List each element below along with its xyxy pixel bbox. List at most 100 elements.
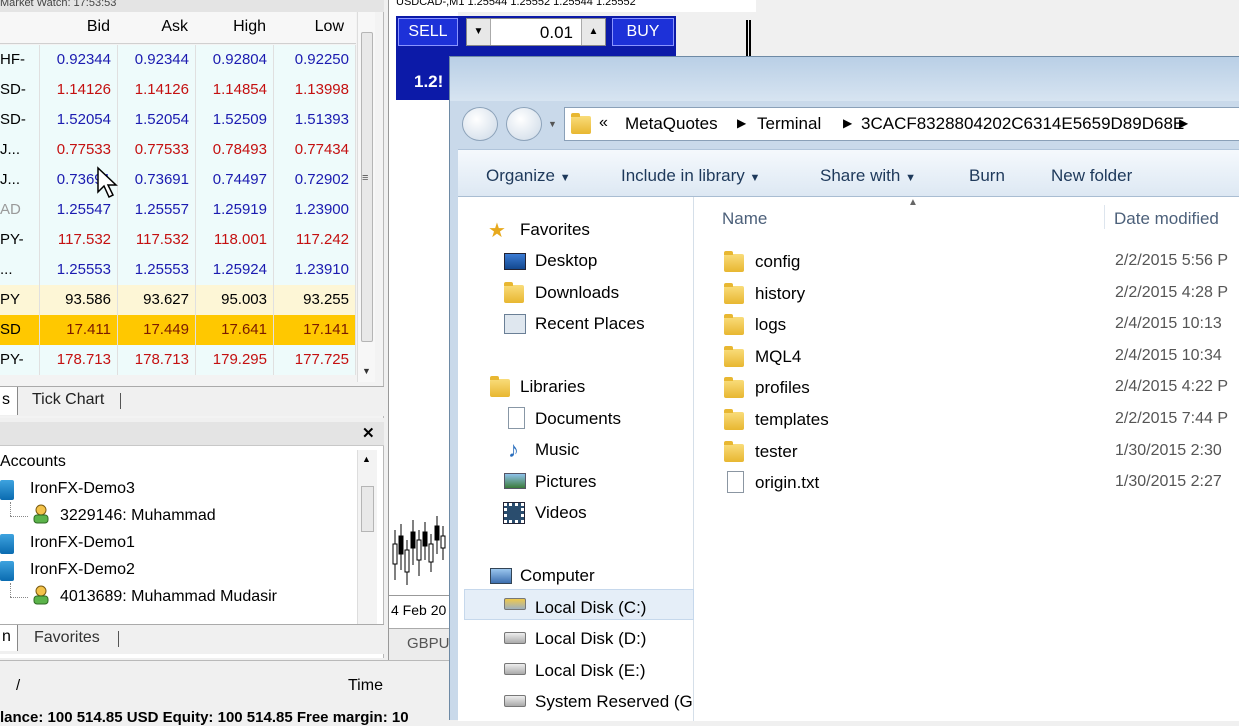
folder-icon	[724, 251, 744, 272]
nav-computer[interactable]: Computer	[520, 566, 595, 586]
tree-item-account-3229146[interactable]: 3229146: Muhammad	[60, 507, 216, 525]
quote-symbol: SD-	[0, 75, 40, 105]
nav-libraries[interactable]: Libraries	[520, 377, 585, 397]
column-header-low[interactable]: Low	[274, 18, 344, 36]
chevron-right-icon[interactable]: ▶	[1179, 116, 1188, 130]
sell-price-display[interactable]: 1.2!	[414, 72, 443, 92]
organize-menu[interactable]: Organize ▼	[486, 166, 571, 186]
new-folder-button[interactable]: New folder	[1051, 166, 1132, 186]
tab-favorites[interactable]: Favorites	[34, 629, 100, 647]
nav-local-disk-e[interactable]: Local Disk (E:)	[535, 661, 646, 681]
scrollbar-thumb[interactable]	[361, 32, 373, 342]
account-user-icon	[33, 504, 49, 524]
desktop-icon	[504, 253, 526, 270]
navigator-scrollbar[interactable]: ▲ ▼	[357, 450, 377, 650]
address-bar[interactable]: « MetaQuotes ▶ Terminal ▶ 3CACF832880420…	[564, 107, 1239, 141]
quote-row[interactable]: J... 0.77533 0.77533 0.78493 0.77434	[0, 135, 356, 165]
file-row[interactable]: logs 2/4/2015 10:13	[694, 310, 1239, 341]
breadcrumb-terminal-id[interactable]: 3CACF8328804202C6314E5659D89D68E	[861, 114, 1184, 134]
quote-row[interactable]: PY- 178.713 178.713 179.295 177.725	[0, 345, 356, 375]
quote-ask: 117.532	[118, 225, 196, 255]
breadcrumb-overflow[interactable]: «	[599, 114, 608, 132]
recent-pages-icon[interactable]: ▼	[548, 119, 557, 129]
nav-videos[interactable]: Videos	[535, 503, 587, 523]
nav-recent-places[interactable]: Recent Places	[535, 314, 645, 334]
quote-low: 117.242	[274, 225, 356, 255]
chevron-right-icon[interactable]: ▶	[843, 116, 852, 130]
quote-row[interactable]: PY 93.586 93.627 95.003 93.255	[0, 285, 356, 315]
tab-common[interactable]: n	[0, 625, 18, 651]
music-note-icon: ♪	[508, 437, 519, 462]
accounts-node[interactable]: Accounts	[0, 453, 66, 471]
lot-size-stepper[interactable]: ▼ 0.01 ▲	[466, 18, 606, 46]
quote-row[interactable]: SD- 1.52054 1.52054 1.52509 1.51393	[0, 105, 356, 135]
quote-row[interactable]: SD- 1.14126 1.14126 1.14854 1.13998	[0, 75, 356, 105]
file-row[interactable]: templates 2/2/2015 7:44 P	[694, 405, 1239, 436]
breadcrumb-metaquotes[interactable]: MetaQuotes	[625, 114, 718, 134]
column-header-bid[interactable]: Bid	[40, 18, 110, 36]
explorer-file-list: Name ▲ Date modified config 2/2/2015 5:56…	[694, 197, 1239, 721]
quote-row[interactable]: HF- 0.92344 0.92344 0.92804 0.92250	[0, 45, 356, 75]
chevron-right-icon[interactable]: ▶	[737, 116, 746, 130]
buy-button[interactable]: BUY	[612, 18, 674, 46]
tab-tick-chart[interactable]: Tick Chart	[32, 391, 104, 409]
file-date-modified: 2/4/2015 4:22 P	[1115, 378, 1228, 396]
chart-date-label: 4 Feb 20	[391, 602, 447, 618]
tree-item-ironfx-demo3[interactable]: IronFX-Demo3	[30, 480, 135, 498]
file-row[interactable]: profiles 2/4/2015 4:22 P	[694, 373, 1239, 404]
include-in-library-label: Include in library	[621, 166, 745, 185]
tree-item-ironfx-demo1[interactable]: IronFX-Demo1	[30, 534, 135, 552]
sell-button[interactable]: SELL	[398, 18, 458, 46]
chart-price-mark	[746, 20, 748, 56]
burn-button[interactable]: Burn	[969, 166, 1005, 186]
column-header-date-modified[interactable]: Date modified	[1114, 209, 1219, 229]
tree-item-account-4013689[interactable]: 4013689: Muhammad Mudasir	[60, 588, 277, 606]
column-header-name[interactable]: Name	[722, 209, 767, 229]
breadcrumb-terminal[interactable]: Terminal	[757, 114, 821, 134]
market-watch-scrollbar[interactable]: ≡ ▼	[357, 12, 375, 382]
column-header-high[interactable]: High	[196, 18, 266, 36]
sort-ascending-icon: ▲	[908, 197, 918, 208]
lot-increase-icon[interactable]: ▲	[581, 19, 605, 45]
nav-system-reserved[interactable]: System Reserved (G:	[535, 692, 698, 712]
nav-downloads[interactable]: Downloads	[535, 283, 619, 303]
quote-row[interactable]: J... 0.73691 0.73691 0.74497 0.72902	[0, 165, 356, 195]
file-name: history	[755, 283, 806, 303]
back-button[interactable]	[462, 107, 498, 141]
file-row[interactable]: origin.txt 1/30/2015 2:27	[694, 468, 1239, 499]
scroll-up-arrow-icon[interactable]: ▲	[362, 454, 371, 464]
tab-divider	[120, 393, 121, 409]
nav-pictures[interactable]: Pictures	[535, 472, 596, 492]
file-row[interactable]: config 2/2/2015 5:56 P	[694, 247, 1239, 278]
folder-icon	[724, 377, 744, 399]
tab-symbols[interactable]: s	[0, 387, 18, 415]
quote-symbol: J...	[0, 135, 40, 165]
quote-row[interactable]: ... 1.25553 1.25553 1.25924 1.23910	[0, 255, 356, 285]
share-with-menu[interactable]: Share with ▼	[820, 166, 916, 186]
scroll-down-arrow-icon[interactable]: ▼	[362, 366, 371, 376]
close-icon[interactable]: ✕	[362, 424, 375, 442]
nav-local-disk-d[interactable]: Local Disk (D:)	[535, 629, 646, 649]
lot-size-value[interactable]: 0.01	[497, 23, 573, 43]
local-disk-c-icon	[504, 598, 526, 610]
market-watch-panel: Market Watch: 17:53:53 Bid Ask High Low …	[0, 0, 384, 418]
nav-music[interactable]: Music	[535, 440, 579, 460]
forward-button[interactable]	[506, 107, 542, 141]
nav-documents[interactable]: Documents	[535, 409, 621, 429]
column-header-ask[interactable]: Ask	[118, 18, 188, 36]
quote-row[interactable]: SD 17.411 17.449 17.641 17.141	[0, 315, 356, 345]
explorer-titlebar[interactable]	[450, 57, 1239, 101]
quote-row[interactable]: AD 1.25547 1.25557 1.25919 1.23900	[0, 195, 356, 225]
file-row[interactable]: history 2/2/2015 4:28 P	[694, 279, 1239, 310]
scrollbar-thumb[interactable]	[361, 486, 374, 532]
include-in-library-menu[interactable]: Include in library ▼	[621, 166, 760, 186]
nav-favorites[interactable]: Favorites	[520, 220, 590, 240]
nav-desktop[interactable]: Desktop	[535, 251, 597, 271]
file-row[interactable]: tester 1/30/2015 2:30	[694, 437, 1239, 468]
nav-local-disk-c[interactable]: Local Disk (C:)	[535, 598, 646, 618]
quote-row[interactable]: PY- 117.532 117.532 118.001 117.242	[0, 225, 356, 255]
tree-item-ironfx-demo2[interactable]: IronFX-Demo2	[30, 561, 135, 579]
file-row[interactable]: MQL4 2/4/2015 10:34	[694, 342, 1239, 373]
terminal-column-time[interactable]: Time	[348, 677, 383, 695]
lot-decrease-icon[interactable]: ▼	[467, 19, 491, 45]
